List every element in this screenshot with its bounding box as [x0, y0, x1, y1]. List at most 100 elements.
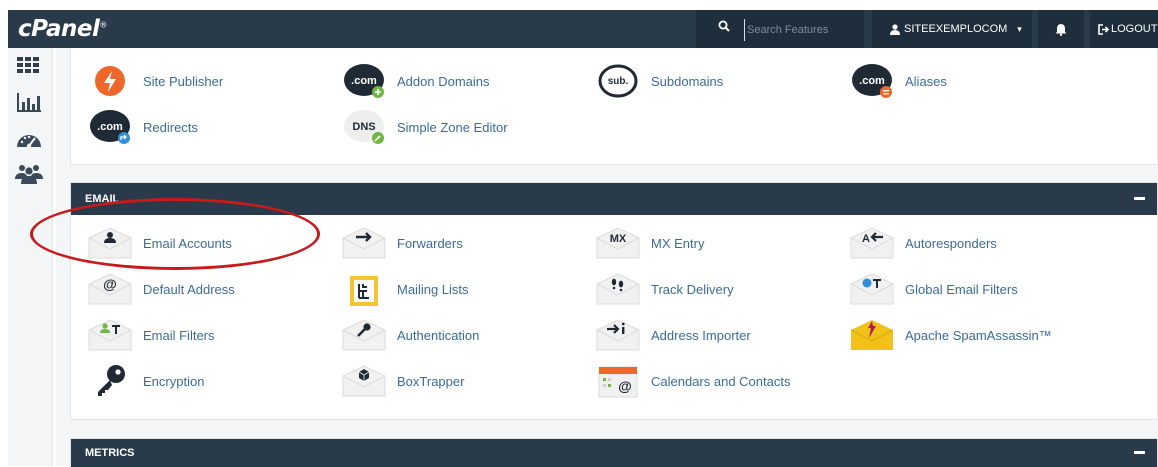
svg-text:A: A [862, 233, 870, 245]
logout-icon [1098, 23, 1109, 35]
panel-title: EMAIL [85, 193, 120, 205]
feature-autoresponders[interactable]: A Autoresponders [847, 224, 997, 262]
feature-label: Aliases [905, 73, 947, 89]
svg-text:sub.: sub. [608, 76, 629, 87]
collapse-icon[interactable] [1134, 451, 1145, 454]
user-icon [890, 23, 900, 35]
at-sign-icon: @ [88, 273, 132, 305]
svg-text:@: @ [618, 378, 632, 394]
svg-text:@: @ [103, 276, 117, 292]
forwarder-icon [342, 227, 386, 259]
feature-label: Authentication [397, 327, 480, 343]
feature-apache-spamassassin[interactable]: Apache SpamAssassin™ [847, 316, 1052, 354]
sidebar [8, 48, 53, 466]
dns-icon: DNS [344, 110, 384, 144]
caret-down-icon: ▾ [1017, 23, 1022, 34]
feature-mailing-lists[interactable]: Mailing Lists [339, 270, 469, 308]
feature-address-importer[interactable]: Address Importer [593, 316, 751, 354]
feature-label: Default Address [143, 281, 235, 297]
cpanel-logo[interactable]: cPanel® [18, 16, 107, 42]
redirect-icon: .com [90, 110, 130, 144]
metrics-panel-header[interactable]: METRICS [71, 439, 1157, 467]
search-bar [696, 10, 864, 48]
global-filter-icon [850, 273, 894, 305]
feature-calendars-and-contacts[interactable]: @ Calendars and Contacts [593, 362, 790, 400]
alias-icon: .com [852, 64, 892, 98]
notifications-button[interactable] [1038, 10, 1084, 48]
feature-mx-entry[interactable]: MX MX Entry [593, 224, 704, 262]
email-filter-icon [88, 319, 132, 351]
address-importer-icon [596, 319, 640, 351]
svg-text:MX: MX [610, 233, 627, 245]
domains-panel: Site Publisher .com Addon Domains sub. S… [70, 48, 1158, 165]
bar-chart-icon [17, 93, 41, 112]
sidebar-item-dashboard[interactable] [14, 128, 44, 154]
spamassassin-icon [850, 320, 894, 350]
feature-forwarders[interactable]: Forwarders [339, 224, 463, 262]
feature-label: Simple Zone Editor [397, 119, 508, 135]
search-input[interactable] [744, 19, 859, 41]
feature-label: Encryption [143, 373, 205, 389]
sidebar-item-users[interactable] [14, 162, 44, 188]
top-navigation-bar: cPanel® SITEEXEMPLOCOM ▾ LOGOUT [8, 10, 1158, 48]
feature-label: Address Importer [651, 327, 751, 343]
key-envelope-icon [342, 319, 386, 351]
search-icon [718, 20, 730, 32]
email-panel-header[interactable]: EMAIL [71, 183, 1157, 215]
username: SITEEXEMPLOCOM [904, 23, 1008, 35]
user-menu[interactable]: SITEEXEMPLOCOM ▾ [872, 10, 1032, 48]
feature-site-publisher[interactable]: Site Publisher [85, 62, 223, 100]
logout-button[interactable]: LOGOUT [1090, 10, 1158, 48]
feature-track-delivery[interactable]: Track Delivery [593, 270, 734, 308]
panel-title: METRICS [85, 447, 135, 459]
grid-icon [17, 57, 39, 73]
feature-subdomains[interactable]: sub. Subdomains [593, 62, 723, 100]
users-icon [15, 165, 43, 184]
feature-label: Mailing Lists [397, 281, 469, 297]
logo-text: cPanel [18, 16, 100, 42]
svg-text:.com: .com [859, 75, 885, 87]
feature-label: Subdomains [651, 73, 724, 89]
main-content: Site Publisher .com Addon Domains sub. S… [56, 48, 1158, 467]
logo-registered-mark: ® [99, 20, 107, 30]
feature-label: Email Filters [143, 327, 215, 343]
feature-global-email-filters[interactable]: Global Email Filters [847, 270, 1018, 308]
feature-simple-zone-editor[interactable]: DNS Simple Zone Editor [339, 108, 508, 146]
key-icon [98, 365, 125, 396]
mailing-list-icon [350, 276, 378, 306]
feature-label: Addon Domains [397, 73, 490, 89]
feature-label: Global Email Filters [905, 281, 1018, 297]
logout-label: LOGOUT [1111, 23, 1158, 35]
boxtrapper-icon [342, 365, 386, 397]
feature-email-accounts[interactable]: Email Accounts [85, 224, 232, 262]
calendar-icon: @ [598, 366, 638, 398]
feature-addon-domains[interactable]: .com Addon Domains [339, 62, 490, 100]
svg-text:.com: .com [97, 121, 123, 133]
mx-entry-icon: MX [596, 227, 640, 259]
sidebar-item-statistics[interactable] [14, 90, 44, 116]
feature-aliases[interactable]: .com Aliases [847, 62, 947, 100]
subdomain-icon: sub. [598, 64, 638, 98]
feature-label: Calendars and Contacts [651, 373, 791, 389]
autoresponder-icon: A [850, 227, 894, 259]
feature-boxtrapper[interactable]: BoxTrapper [339, 362, 464, 400]
feature-label: Forwarders [397, 235, 463, 251]
collapse-icon[interactable] [1134, 197, 1145, 200]
feature-default-address[interactable]: @ Default Address [85, 270, 235, 308]
feature-label: MX Entry [651, 235, 705, 251]
feature-label: Track Delivery [651, 281, 734, 297]
feature-encryption[interactable]: Encryption [85, 362, 204, 400]
svg-text:DNS: DNS [352, 121, 375, 133]
email-account-icon [88, 227, 132, 259]
bell-icon [1055, 23, 1067, 36]
feature-email-filters[interactable]: Email Filters [85, 316, 215, 354]
feature-label: BoxTrapper [397, 373, 465, 389]
dashboard-gauge-icon [17, 135, 41, 149]
feature-label: Email Accounts [143, 235, 232, 251]
sidebar-item-tools[interactable] [14, 54, 44, 80]
feature-authentication[interactable]: Authentication [339, 316, 479, 354]
email-panel: EMAIL Email Accounts Forwarders MX MX En… [70, 182, 1158, 420]
feature-label: Site Publisher [143, 73, 224, 89]
feature-label: Apache SpamAssassin™ [905, 327, 1052, 343]
feature-redirects[interactable]: .com Redirects [85, 108, 198, 146]
